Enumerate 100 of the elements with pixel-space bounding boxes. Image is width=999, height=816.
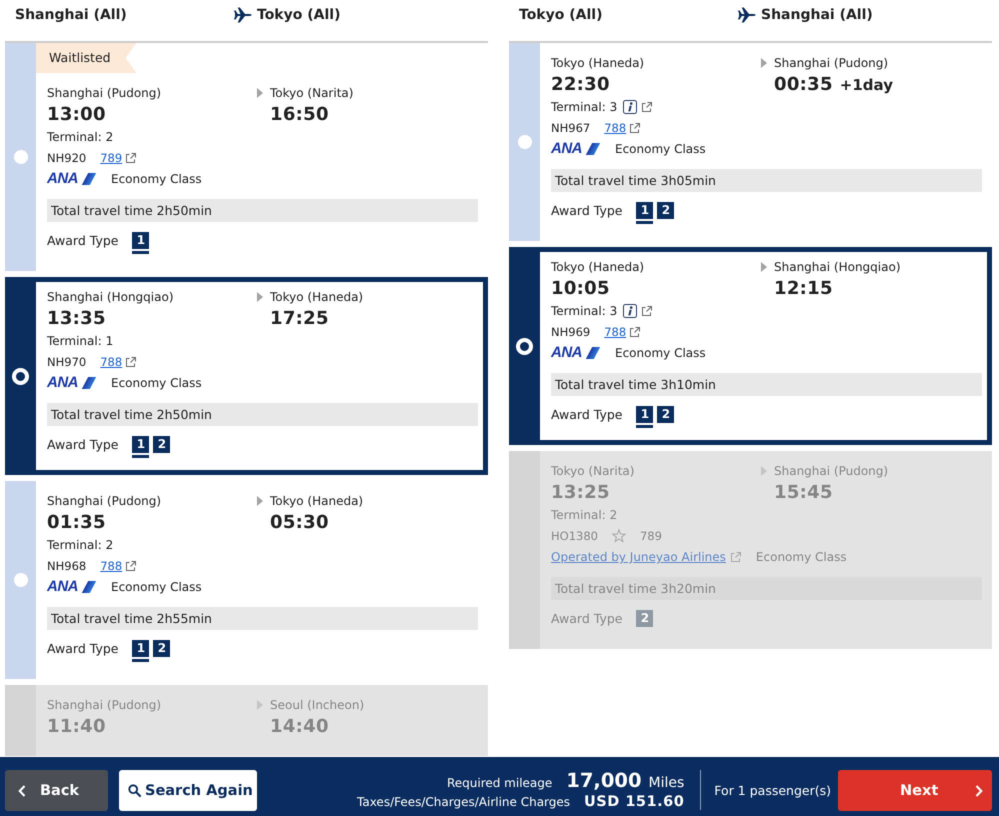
arrival-airport: Seoul (Incheon) bbox=[270, 697, 364, 714]
terminal-label: Terminal: 3 bbox=[551, 304, 618, 318]
award-type-label: Award Type bbox=[47, 436, 118, 453]
terminal-label: Terminal: 2 bbox=[47, 538, 114, 552]
cabin-class: Economy Class bbox=[615, 346, 706, 360]
terminal-label: Terminal: 2 bbox=[47, 130, 114, 144]
external-link-icon bbox=[730, 552, 741, 562]
terminal-label: Terminal: 1 bbox=[47, 334, 114, 348]
cabin-class: Economy Class bbox=[111, 172, 202, 186]
triangle-icon bbox=[257, 292, 263, 302]
airline-logo: ANA bbox=[551, 141, 600, 157]
flight-number: NH970 bbox=[47, 355, 86, 369]
departure-airport: Tokyo (Haneda) bbox=[551, 55, 644, 72]
triangle-icon bbox=[761, 262, 767, 272]
radio-button[interactable] bbox=[516, 338, 533, 354]
award-type-badge: 1 bbox=[636, 202, 654, 224]
external-link-icon bbox=[125, 152, 136, 164]
destination-city: Shanghai (All) bbox=[761, 6, 873, 25]
airline-logo: ANA bbox=[47, 375, 96, 391]
flight-number: NH968 bbox=[47, 559, 86, 573]
airline-logo: ANA bbox=[551, 345, 600, 361]
chevron-left-icon bbox=[18, 784, 26, 796]
aircraft-link[interactable]: 788 bbox=[604, 121, 626, 135]
cabin-class: Economy Class bbox=[756, 550, 847, 564]
total-travel-time: Total travel time 3h10min bbox=[551, 373, 982, 396]
arrival-time: 05:30 bbox=[270, 511, 329, 535]
award-type-badge: 1 bbox=[132, 232, 150, 254]
mileage-value: 17,000 bbox=[566, 769, 642, 792]
arrival-airport: Tokyo (Narita) bbox=[270, 85, 354, 102]
arrival-time: 16:50 bbox=[270, 103, 329, 127]
radio-button[interactable] bbox=[14, 150, 28, 164]
award-type-badge: 2 bbox=[636, 610, 654, 627]
aircraft-link[interactable]: 789 bbox=[100, 151, 122, 165]
arrival-time: 17:25 bbox=[270, 307, 329, 331]
total-travel-time: Total travel time 2h50min bbox=[47, 199, 478, 222]
radio-button[interactable] bbox=[14, 573, 28, 587]
info-icon[interactable] bbox=[623, 100, 638, 114]
arrival-airport: Shanghai (Pudong) bbox=[774, 463, 888, 480]
arrival-airport: Tokyo (Haneda) bbox=[270, 493, 364, 510]
external-link-icon bbox=[641, 102, 652, 112]
award-type-badge: 2 bbox=[657, 406, 674, 423]
taxes-amount: USD 151.60 bbox=[584, 794, 684, 810]
cabin-class: Economy Class bbox=[111, 580, 202, 594]
flight-number: NH967 bbox=[551, 121, 590, 135]
arrival-airport: Shanghai (Hongqiao) bbox=[774, 259, 901, 276]
arrival-time: 00:35 bbox=[774, 73, 833, 97]
aircraft-link[interactable]: 788 bbox=[604, 325, 626, 339]
radio-button[interactable] bbox=[518, 135, 532, 149]
airline-logo: ANA bbox=[47, 579, 96, 595]
award-type-badge: 1 bbox=[132, 640, 150, 662]
side-stripe bbox=[5, 685, 36, 756]
star-icon bbox=[612, 529, 626, 543]
next-button[interactable]: Next bbox=[838, 770, 992, 811]
arrival-time: 14:40 bbox=[270, 715, 329, 739]
aircraft-link[interactable]: 788 bbox=[100, 355, 122, 369]
total-travel-time: Total travel time 3h20min bbox=[551, 577, 982, 600]
departure-time: 01:35 bbox=[47, 511, 106, 535]
award-type-label: Award Type bbox=[47, 232, 118, 249]
departure-time: 11:40 bbox=[47, 715, 106, 739]
passenger-count: For 1 passenger(s) bbox=[714, 782, 831, 800]
mileage-unit: Miles bbox=[648, 775, 684, 791]
day-offset: +1day bbox=[840, 76, 893, 94]
total-travel-time: Total travel time 3h05min bbox=[551, 169, 982, 192]
origin-city: Shanghai (All) bbox=[15, 6, 128, 25]
award-type-label: Award Type bbox=[47, 640, 118, 657]
cabin-class: Economy Class bbox=[615, 142, 706, 156]
flight-number: NH920 bbox=[47, 151, 86, 165]
search-icon bbox=[128, 784, 141, 797]
info-icon[interactable] bbox=[623, 304, 638, 318]
departure-time: 10:05 bbox=[551, 277, 610, 301]
award-type-badge: 1 bbox=[636, 406, 654, 428]
waitlisted-tag: Waitlisted bbox=[36, 43, 137, 73]
airline-logo: ANA bbox=[47, 171, 96, 187]
departure-airport: Shanghai (Pudong) bbox=[47, 697, 162, 714]
flight-number: HO1380 bbox=[551, 529, 598, 543]
search-again-button[interactable]: Search Again bbox=[119, 770, 257, 811]
cabin-class: Economy Class bbox=[111, 376, 202, 390]
award-type-label: Award Type bbox=[551, 610, 622, 627]
triangle-icon bbox=[257, 700, 263, 710]
departure-airport: Tokyo (Narita) bbox=[551, 463, 634, 480]
radio-button[interactable] bbox=[12, 368, 29, 384]
triangle-icon bbox=[257, 88, 263, 98]
terminal-label: Terminal: 2 bbox=[551, 508, 618, 522]
departure-airport: Shanghai (Hongqiao) bbox=[47, 289, 174, 306]
arrival-airport: Shanghai (Pudong) bbox=[774, 55, 888, 72]
departure-airport: Shanghai (Pudong) bbox=[47, 493, 162, 510]
flight-number: NH969 bbox=[551, 325, 590, 339]
chevron-right-icon bbox=[975, 784, 983, 796]
external-link-icon bbox=[641, 306, 652, 316]
departure-time: 13:25 bbox=[551, 481, 610, 505]
back-button[interactable]: Back bbox=[5, 770, 108, 811]
arrival-time: 12:15 bbox=[774, 277, 833, 301]
award-type-badge: 1 bbox=[132, 436, 150, 458]
triangle-icon bbox=[761, 466, 767, 476]
award-type-badge: 2 bbox=[657, 202, 674, 219]
triangle-icon bbox=[257, 496, 263, 506]
aircraft-link[interactable]: 788 bbox=[100, 559, 122, 573]
total-travel-time: Total travel time 2h50min bbox=[47, 403, 478, 426]
terminal-label: Terminal: 3 bbox=[551, 100, 618, 114]
arrival-airport: Tokyo (Haneda) bbox=[270, 289, 364, 306]
